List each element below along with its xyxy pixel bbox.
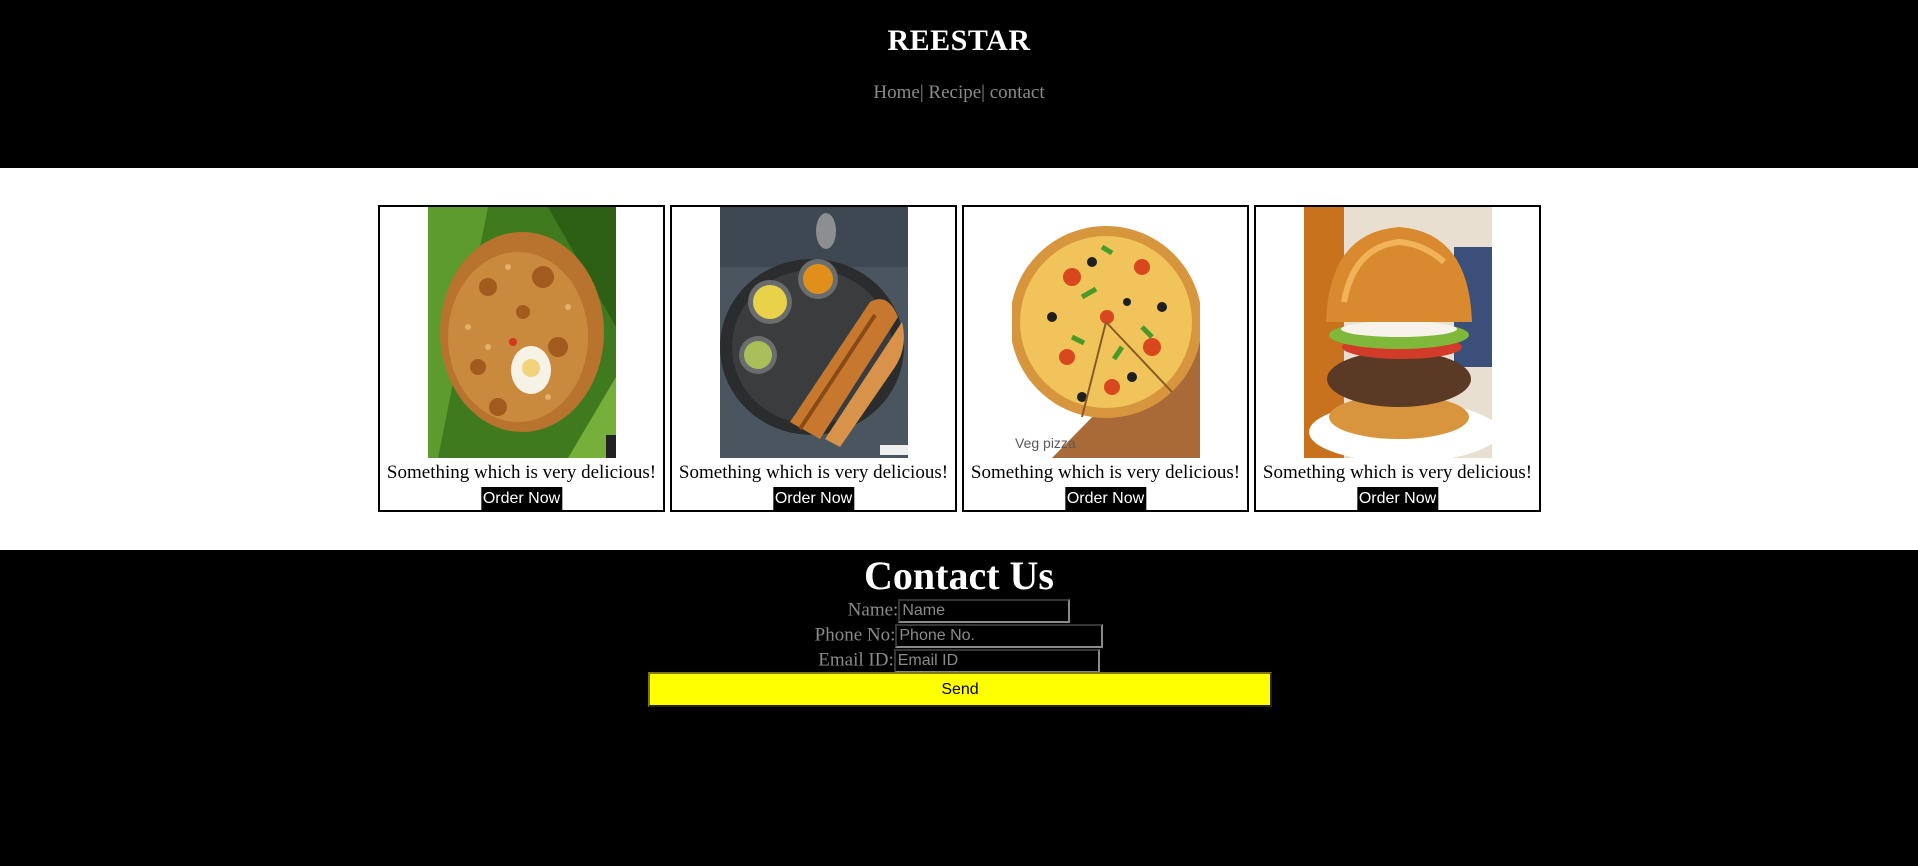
food-card: Something which is very delicious! Order… bbox=[378, 205, 665, 512]
contact-title: Contact Us bbox=[864, 553, 1054, 598]
food-card: Something which is very delicious! Order… bbox=[1254, 205, 1541, 512]
burger-image bbox=[1304, 207, 1492, 458]
dosa-image bbox=[720, 207, 908, 458]
email-label: Email ID: bbox=[818, 649, 894, 671]
name-label: Name: bbox=[847, 599, 899, 621]
food-cards: Something which is very delicious! Order… bbox=[378, 205, 1543, 512]
phone-row: Phone No: bbox=[0, 623, 1918, 648]
nav-separator: | bbox=[981, 82, 985, 103]
main-nav: Home| Recipe| contact bbox=[0, 82, 1918, 104]
card-caption: Something which is very delicious! bbox=[1262, 462, 1533, 483]
order-now-button[interactable]: Order Now bbox=[1356, 487, 1439, 510]
card-caption: Something which is very delicious! bbox=[678, 462, 949, 483]
order-now-button[interactable]: Order Now bbox=[1064, 487, 1147, 510]
order-now-button[interactable]: Order Now bbox=[480, 487, 563, 510]
nav-recipe-link[interactable]: Recipe bbox=[928, 82, 981, 103]
email-row: Email ID: bbox=[0, 648, 1918, 673]
contact-section: Contact Us Name: Phone No: Email ID: Sen… bbox=[0, 550, 1918, 866]
food-card: Veg pizza Something which is very delici… bbox=[962, 205, 1249, 512]
nav-home-link[interactable]: Home bbox=[873, 82, 919, 103]
site-header: REESTAR Home| Recipe| contact bbox=[0, 0, 1918, 168]
veg-pizza-image: Veg pizza bbox=[1012, 207, 1200, 458]
food-card: Something which is very delicious! Order… bbox=[670, 205, 957, 512]
send-button[interactable]: Send bbox=[648, 672, 1272, 707]
name-input[interactable] bbox=[898, 598, 1071, 623]
nav-contact-link[interactable]: contact bbox=[990, 82, 1045, 103]
card-caption: Something which is very delicious! bbox=[970, 462, 1241, 483]
biryani-image bbox=[428, 207, 616, 458]
email-input[interactable] bbox=[893, 648, 1100, 673]
brand-title: REESTAR bbox=[887, 24, 1031, 57]
card-caption: Something which is very delicious! bbox=[386, 462, 657, 483]
name-row: Name: bbox=[0, 598, 1918, 623]
order-now-button[interactable]: Order Now bbox=[772, 487, 855, 510]
phone-input[interactable] bbox=[895, 623, 1104, 648]
pizza-image-caption: Veg pizza bbox=[1015, 435, 1076, 451]
nav-separator: | bbox=[919, 82, 924, 103]
phone-label: Phone No: bbox=[814, 624, 896, 646]
